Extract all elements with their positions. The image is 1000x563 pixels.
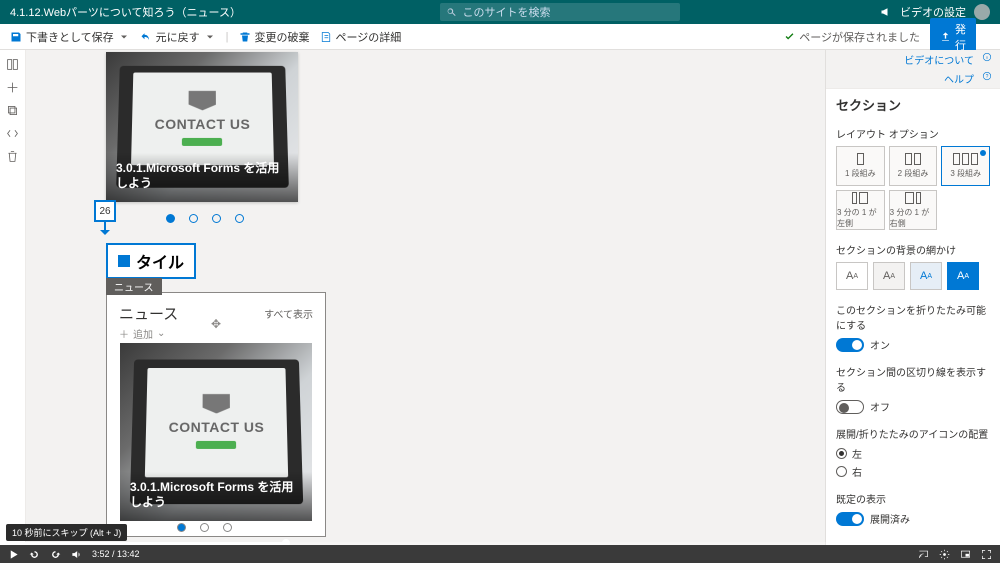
skip-fwd-icon[interactable] bbox=[50, 549, 61, 560]
bg-label: セクションの背景の網かけ bbox=[836, 242, 990, 257]
news-tile-title: 3.0.1.Microsoft Forms を活用しよう bbox=[106, 153, 298, 202]
divider-label: セクション間の区切り線を表示する bbox=[836, 364, 990, 394]
section-icon[interactable] bbox=[6, 58, 19, 71]
suite-bar: 4.1.12.Webパーツについて知ろう（ニュース） このサイトを検索 ビデオの… bbox=[0, 0, 1000, 24]
code-icon[interactable] bbox=[6, 127, 19, 140]
carousel-dots-2[interactable] bbox=[177, 523, 232, 532]
layout-third-right[interactable]: 3 分の 1 が右側 bbox=[889, 190, 938, 230]
page-canvas: CONTACT US 3.0.1.Microsoft Forms を活用しよう … bbox=[26, 50, 825, 545]
undo-icon bbox=[140, 31, 152, 43]
volume-icon[interactable] bbox=[71, 549, 82, 560]
save-icon bbox=[10, 31, 22, 43]
webpart-title[interactable]: ニュース bbox=[119, 303, 178, 324]
cast-icon[interactable] bbox=[918, 549, 929, 560]
see-all-link[interactable]: すべて表示 bbox=[264, 306, 313, 321]
collapse-label: このセクションを折りたたみ可能にする bbox=[836, 302, 990, 332]
news-webpart-frame[interactable]: ニュース ニュース すべて表示 ＋追加⌄ ✥ CONTACT US 3.0.1.… bbox=[106, 292, 326, 537]
panel-title: セクション bbox=[826, 89, 1000, 120]
trash-icon bbox=[239, 31, 251, 43]
search-placeholder: このサイトを検索 bbox=[462, 4, 550, 20]
user-avatar[interactable] bbox=[974, 4, 990, 20]
search-icon bbox=[446, 7, 457, 18]
news-tile-title: 3.0.1.Microsoft Forms を活用しよう bbox=[120, 472, 312, 521]
carousel-dots-1[interactable] bbox=[166, 214, 244, 223]
left-rail bbox=[0, 50, 26, 545]
chevron-down-icon bbox=[118, 31, 130, 43]
megaphone-icon[interactable] bbox=[880, 6, 892, 18]
square-icon bbox=[118, 255, 130, 267]
bg-soft[interactable]: AA bbox=[910, 262, 942, 290]
news-tile-image: CONTACT US 3.0.1.Microsoft Forms を活用しよう bbox=[106, 52, 298, 202]
check-icon bbox=[784, 31, 795, 42]
align-right-radio[interactable]: 右 bbox=[836, 464, 990, 479]
add-icon[interactable] bbox=[6, 81, 19, 94]
help-icon[interactable]: ? bbox=[982, 71, 992, 81]
skip-back-tooltip: 10 秒前にスキップ (Alt + J) bbox=[6, 524, 127, 541]
step-badge: 26 bbox=[94, 200, 116, 222]
save-status: ページが保存されました bbox=[784, 29, 920, 45]
news-tile-image: CONTACT US 3.0.1.Microsoft Forms を活用しよう bbox=[120, 343, 312, 521]
icon-align-label: 展開/折りたたみのアイコンの配置 bbox=[836, 426, 990, 441]
chevron-down-icon bbox=[204, 31, 216, 43]
expand-button[interactable] bbox=[982, 28, 994, 46]
layout-third-left[interactable]: 3 分の 1 が左側 bbox=[836, 190, 885, 230]
move-icon[interactable]: ✥ bbox=[211, 317, 221, 331]
align-left-radio[interactable]: 左 bbox=[836, 446, 990, 461]
section-panel: ビデオについて ヘルプ ? セクション レイアウト オプション 1 段組み 2 … bbox=[825, 50, 1000, 545]
info-icon[interactable] bbox=[982, 52, 992, 62]
play-icon[interactable] bbox=[8, 549, 19, 560]
bg-none[interactable]: AA bbox=[836, 262, 868, 290]
divider-toggle[interactable]: オフ bbox=[836, 399, 990, 414]
layout-2col[interactable]: 2 段組み bbox=[889, 146, 938, 186]
delete-icon[interactable] bbox=[6, 150, 19, 163]
copy-icon[interactable] bbox=[6, 104, 19, 117]
fullscreen-icon[interactable] bbox=[981, 549, 992, 560]
settings-icon[interactable] bbox=[939, 549, 950, 560]
command-bar: 下書きとして保存 元に戻す | 変更の破棄 ページの詳細 ページが保存されました… bbox=[0, 24, 1000, 50]
bg-neutral[interactable]: AA bbox=[873, 262, 905, 290]
video-controls: 3:52 / 13:42 bbox=[0, 545, 1000, 563]
help-link[interactable]: ヘルプ bbox=[944, 71, 974, 86]
news-tile-2[interactable]: CONTACT US 3.0.1.Microsoft Forms を活用しよう bbox=[120, 343, 312, 521]
video-about-link[interactable]: ビデオについて bbox=[904, 52, 974, 67]
details-icon bbox=[320, 31, 332, 43]
pip-icon[interactable] bbox=[960, 549, 971, 560]
undo-button[interactable]: 元に戻す bbox=[140, 29, 216, 45]
collapse-toggle[interactable]: オン bbox=[836, 337, 990, 352]
save-draft-button[interactable]: 下書きとして保存 bbox=[10, 29, 130, 45]
layout-1col[interactable]: 1 段組み bbox=[836, 146, 885, 186]
page-details-button[interactable]: ページの詳細 bbox=[320, 29, 402, 45]
svg-text:?: ? bbox=[986, 74, 989, 80]
default-display-toggle[interactable]: 展開済み bbox=[836, 511, 990, 526]
default-display-label: 既定の表示 bbox=[836, 491, 990, 506]
publish-icon bbox=[940, 31, 951, 42]
layout-3col[interactable]: 3 段組み bbox=[941, 146, 990, 186]
webpart-type-tab: ニュース bbox=[106, 278, 162, 295]
news-tile-1[interactable]: CONTACT US 3.0.1.Microsoft Forms を活用しよう bbox=[106, 52, 298, 202]
video-time: 3:52 / 13:42 bbox=[92, 549, 140, 559]
discard-button[interactable]: 変更の破棄 bbox=[239, 29, 310, 45]
bg-strong[interactable]: AA bbox=[947, 262, 979, 290]
layout-label: レイアウト オプション bbox=[836, 126, 990, 141]
page-title: 4.1.12.Webパーツについて知ろう（ニュース） bbox=[0, 4, 241, 20]
skip-back-icon[interactable] bbox=[29, 549, 40, 560]
search-box[interactable]: このサイトを検索 bbox=[440, 3, 680, 21]
callout-tile: タイル bbox=[106, 243, 196, 279]
